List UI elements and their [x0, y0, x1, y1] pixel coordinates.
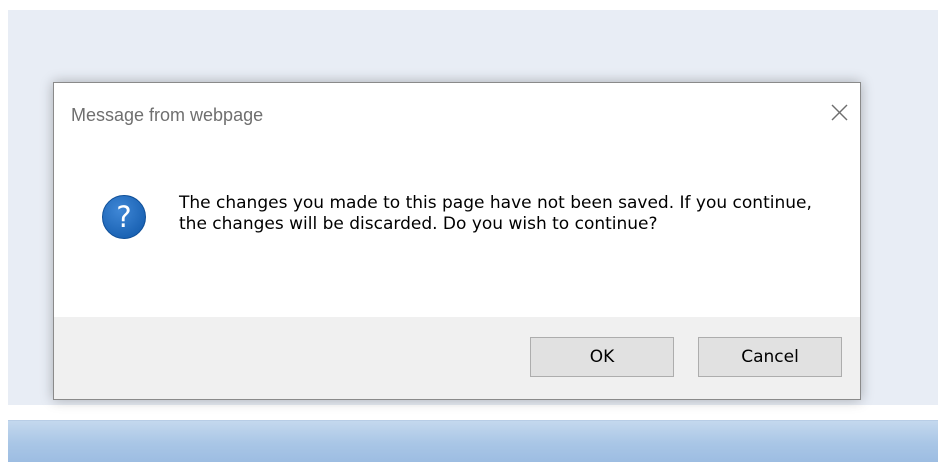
question-icon: ? [101, 194, 147, 240]
ok-button-label: OK [589, 347, 615, 367]
ok-button[interactable]: OK [530, 337, 674, 377]
dialog-message: The changes you made to this page have n… [179, 193, 812, 234]
cancel-button-label: Cancel [741, 347, 799, 367]
dialog-title: Message from webpage [71, 105, 264, 125]
dialog-footer: OK Cancel [54, 317, 860, 399]
message-dialog: Message from webpage ? The changes you m… [53, 82, 861, 400]
svg-text:?: ? [116, 200, 131, 234]
close-button[interactable] [822, 95, 856, 129]
close-icon [831, 104, 848, 121]
bottom-bar [8, 420, 938, 462]
cancel-button[interactable]: Cancel [698, 337, 842, 377]
